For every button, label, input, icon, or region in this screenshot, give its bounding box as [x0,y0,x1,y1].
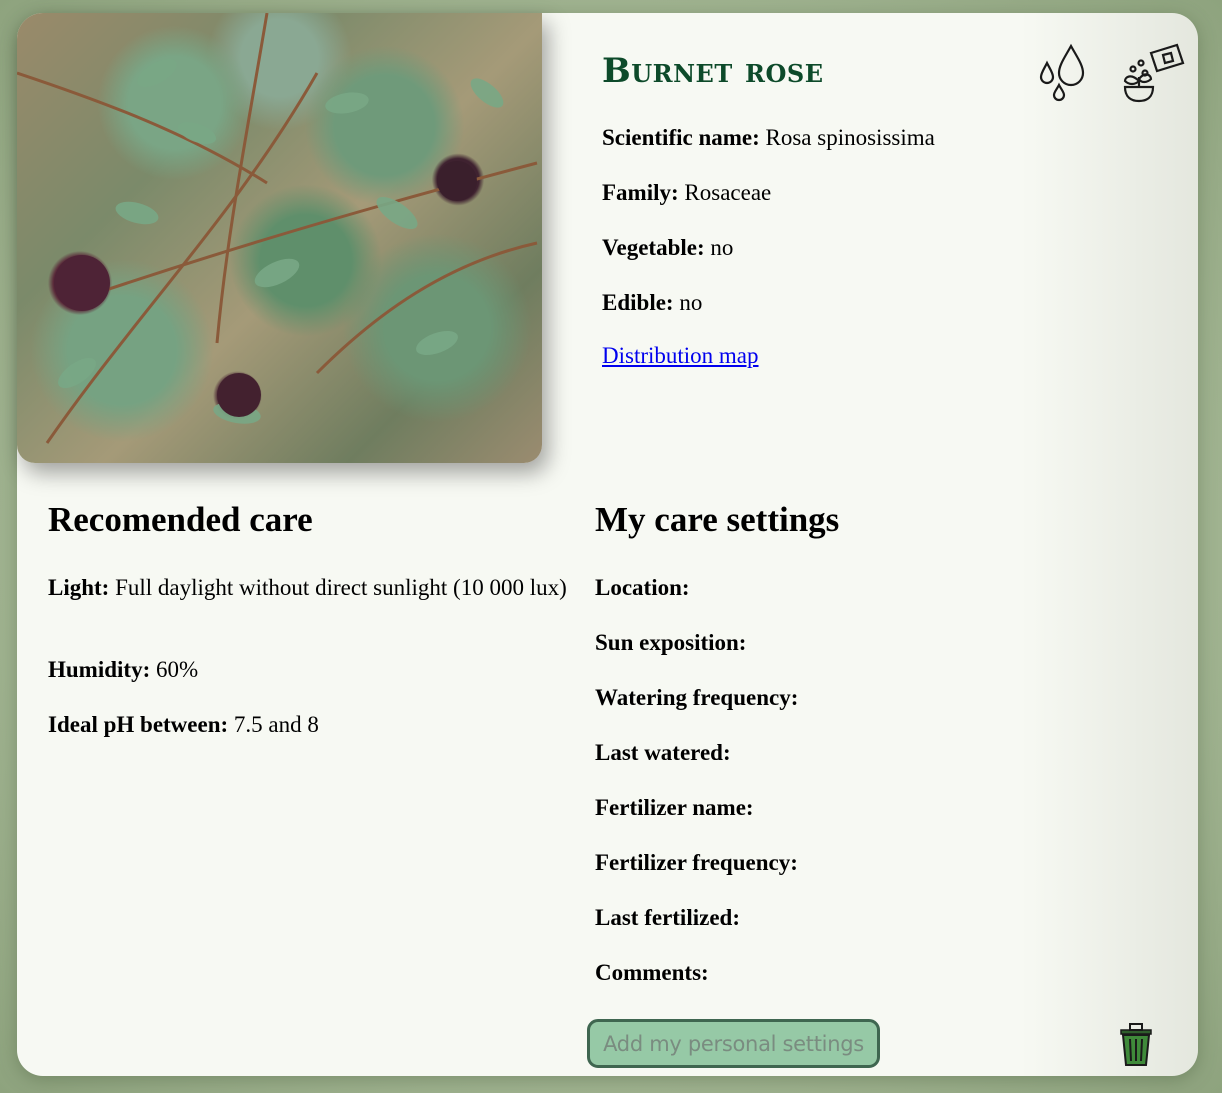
last-fertilized-label: Last fertilized: [595,905,740,930]
last-fertilized-field: Last fertilized: [595,904,740,932]
sun-exposition-label: Sun exposition: [595,630,747,655]
plant-photo-art [17,13,538,444]
fertilizer-frequency-field: Fertilizer frequency: [595,849,798,877]
comments-label: Comments: [595,960,709,985]
water-drops-icon[interactable] [1035,43,1089,108]
comments-field: Comments: [595,959,709,987]
humidity-label: Humidity: [48,657,151,682]
plant-photo [17,13,542,463]
family-label: Family: [602,180,679,205]
light-info: Light: Full daylight without direct sunl… [48,574,568,602]
ph-value: 7.5 and 8 [233,712,319,737]
vegetable: Vegetable: no [602,235,733,261]
watering-frequency-field: Watering frequency: [595,684,798,712]
last-watered-label: Last watered: [595,740,731,765]
fertilizer-bag-icon[interactable] [1119,43,1185,110]
ph-label: Ideal pH between: [48,712,229,737]
sun-exposition-field: Sun exposition: [595,629,746,657]
edible-value: no [679,290,703,315]
fertilizer-name-field: Fertilizer name: [595,794,754,822]
fertilizer-name-label: Fertilizer name: [595,795,754,820]
humidity-info: Humidity: 60% [48,656,198,684]
family-value: Rosaceae [684,180,772,205]
edible-label: Edible: [602,290,674,315]
location-field: Location: [595,574,690,602]
add-personal-settings-button[interactable]: Add my personal settings [587,1019,880,1068]
last-watered-field: Last watered: [595,739,731,767]
family: Family: Rosaceae [602,180,771,206]
distribution-map-link[interactable]: Distribution map [602,343,759,369]
humidity-value: 60% [155,657,199,682]
trash-icon[interactable] [1117,1021,1155,1072]
my-care-settings-heading: My care settings [595,500,840,539]
plant-card: Burnet rose Scientific name: Rosa spinos… [17,13,1198,1076]
vegetable-label: Vegetable: [602,235,705,260]
location-label: Location: [595,575,690,600]
scientific-name-value: Rosa spinosissima [765,125,935,150]
fertilizer-frequency-label: Fertilizer frequency: [595,850,798,875]
scientific-name-label: Scientific name: [602,125,760,150]
edible: Edible: no [602,290,702,316]
vegetable-value: no [710,235,734,260]
ph-info: Ideal pH between: 7.5 and 8 [48,711,319,739]
light-label: Light: [48,575,110,600]
recommended-care-heading: Recomended care [48,500,313,539]
watering-frequency-label: Watering frequency: [595,685,799,710]
plant-title: Burnet rose [602,51,824,91]
light-value: Full daylight without direct sunlight (1… [115,575,567,600]
scientific-name: Scientific name: Rosa spinosissima [602,125,935,151]
